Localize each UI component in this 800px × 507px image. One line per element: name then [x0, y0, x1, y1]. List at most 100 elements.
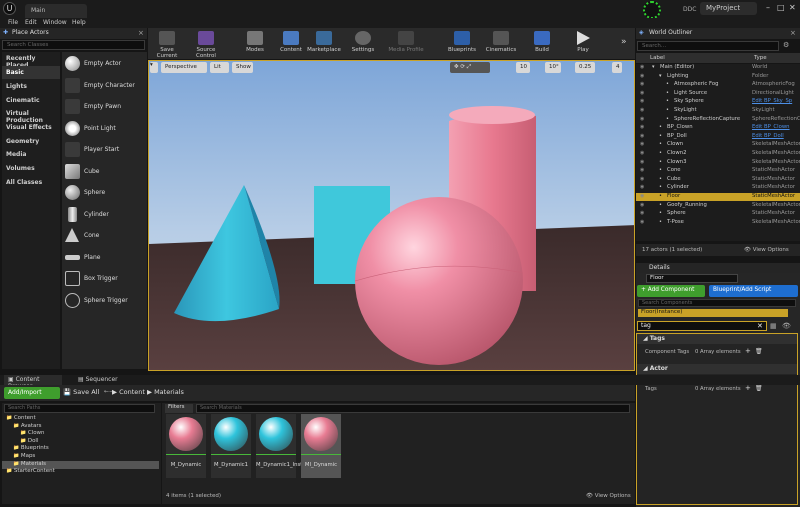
visibility-eye-icon[interactable]: 👁 — [782, 322, 791, 330]
visibility-eye-icon[interactable]: ◉ — [640, 184, 644, 190]
category-cinematic[interactable]: Cinematic — [2, 94, 60, 107]
close-tab-icon[interactable]: × — [138, 29, 144, 37]
component-row-floor-instance[interactable]: Floor(Instance) — [638, 309, 788, 317]
outliner-row[interactable]: ◉ • Sky Sphere Edit BP_Sky_Sp — [636, 98, 800, 106]
outliner-row[interactable]: ◉ • Clown3 SkeletalMeshActor — [636, 159, 800, 167]
save-all-button[interactable]: 💾 Save All — [63, 388, 99, 396]
outliner-row[interactable]: ◉ • BP_Doll Edit BP_Doll — [636, 133, 800, 141]
close-icon[interactable]: ✕ — [789, 3, 796, 12]
visibility-eye-icon[interactable]: ◉ — [640, 73, 644, 79]
column-label[interactable]: Label — [650, 55, 665, 61]
settings-button[interactable]: Settings — [348, 28, 378, 59]
material-asset-tile[interactable]: M_Dynamic — [166, 414, 206, 478]
folder-tree-item[interactable]: 📁 StarterContent — [2, 468, 159, 476]
category-lights[interactable]: Lights — [2, 80, 60, 93]
tab-main[interactable]: Main — [25, 4, 87, 18]
outliner-row-type[interactable]: Edit BP_Clown — [752, 124, 790, 130]
visibility-eye-icon[interactable]: ◉ — [640, 64, 644, 70]
category-recently-placed[interactable]: Recently Placed — [2, 52, 60, 69]
visibility-eye-icon[interactable]: ◉ — [640, 219, 644, 225]
play-button[interactable]: Play — [572, 28, 594, 59]
blueprints-button[interactable]: Blueprints — [446, 28, 478, 59]
outliner-row[interactable]: ◉ • Clown SkeletalMeshActor — [636, 141, 800, 149]
visibility-eye-icon[interactable]: ◉ — [640, 159, 644, 165]
visibility-eye-icon[interactable]: ◉ — [640, 176, 644, 182]
transform-tools[interactable]: ✥ ⟳ ⤢ — [450, 62, 490, 73]
modes-button[interactable]: Modes — [240, 28, 270, 59]
cinematics-button[interactable]: Cinematics — [484, 28, 518, 59]
actor-player-start[interactable]: Player Start — [62, 139, 147, 160]
content-button[interactable]: Content — [278, 28, 304, 59]
camera-speed-value[interactable]: 4 — [612, 62, 622, 73]
actor-empty-pawn[interactable]: Empty Pawn — [62, 96, 147, 117]
class-search-input[interactable]: Search Classes — [2, 40, 145, 50]
material-asset-tile[interactable]: MI_Dynamic — [301, 414, 341, 478]
menu-window[interactable]: Window — [43, 19, 67, 26]
material-asset-tile[interactable]: M_Dynamic1_Inst1 — [256, 414, 306, 478]
category-all-classes[interactable]: All Classes — [2, 176, 60, 189]
marketplace-button[interactable]: Marketplace — [306, 28, 342, 59]
filters-button[interactable]: Filters — [165, 404, 193, 413]
section-actor[interactable]: ◢ Actor — [637, 364, 797, 374]
visibility-eye-icon[interactable]: ◉ — [640, 81, 644, 87]
category-visual-effects[interactable]: Visual Effects — [2, 121, 60, 134]
blueprint-add-script-button[interactable]: Blueprint/Add Script — [709, 285, 798, 297]
actor-box-trigger[interactable]: Box Trigger — [62, 268, 147, 289]
outliner-row-type[interactable]: Edit BP_Sky_Sp — [752, 98, 792, 104]
category-basic[interactable]: Basic — [2, 66, 60, 79]
outliner-row[interactable]: ◉ • Floor StaticMeshActor — [636, 193, 800, 201]
minimize-icon[interactable]: – — [766, 3, 770, 12]
outliner-row[interactable]: ◉ • Goofy_Running SkeletalMeshActor — [636, 202, 800, 210]
category-media[interactable]: Media — [2, 148, 60, 161]
visibility-eye-icon[interactable]: ◉ — [640, 150, 644, 156]
actor-name-field[interactable]: Floor — [646, 274, 738, 283]
scale-snap-value[interactable]: 0.25 — [575, 62, 595, 73]
details-search-input[interactable]: tag — [637, 321, 767, 331]
visibility-eye-icon[interactable]: ◉ — [640, 210, 644, 216]
actor-plane[interactable]: Plane — [62, 247, 147, 268]
add-import-button[interactable]: Add/Import — [4, 387, 60, 399]
actor-cylinder[interactable]: Cylinder — [62, 204, 147, 225]
asset-view-options[interactable]: 👁 View Options — [586, 493, 631, 499]
add-component-button[interactable]: + Add Component — [637, 285, 705, 297]
category-volumes[interactable]: Volumes — [2, 162, 60, 175]
source-control-button[interactable]: Source Control — [186, 28, 226, 59]
actor-point-light[interactable]: Point Light — [62, 118, 147, 139]
outliner-row[interactable]: ◉ • Cone StaticMeshActor — [636, 167, 800, 175]
trash-icon[interactable]: 🗑 — [755, 385, 763, 392]
save-current-button[interactable]: Save Current — [150, 28, 184, 59]
level-viewport[interactable] — [148, 60, 635, 371]
section-tags[interactable]: ◢ Tags — [637, 334, 797, 344]
outliner-row[interactable]: ◉ • SkyLight SkyLight — [636, 107, 800, 115]
property-matrix-icon[interactable]: ▦ — [770, 322, 777, 330]
visibility-eye-icon[interactable]: ◉ — [640, 141, 644, 147]
outliner-view-options[interactable]: 👁 View Options — [744, 247, 789, 253]
outliner-row[interactable]: ◉ ▾ Lighting Folder — [636, 73, 800, 81]
visibility-eye-icon[interactable]: ◉ — [640, 124, 644, 130]
perspective-button[interactable]: Perspective — [161, 62, 207, 73]
outliner-search-input[interactable]: Search... — [637, 41, 779, 51]
media-profile-button[interactable]: Media Profile — [388, 28, 424, 59]
actor-empty-character[interactable]: Empty Character — [62, 75, 147, 96]
visibility-eye-icon[interactable]: ◉ — [640, 133, 644, 139]
show-button[interactable]: Show — [232, 62, 253, 73]
clear-search-icon[interactable]: ✕ — [757, 322, 763, 330]
tab-content-browser[interactable]: ▣ Content Browser — [4, 375, 62, 390]
outliner-row[interactable]: ◉ • Atmospheric Fog AtmosphericFog — [636, 81, 800, 89]
actor-empty-actor[interactable]: Empty Actor — [62, 53, 147, 74]
maximize-icon[interactable]: □ — [777, 3, 785, 12]
close-tab-icon[interactable]: × — [790, 29, 796, 37]
visibility-eye-icon[interactable]: ◉ — [640, 98, 644, 104]
add-element-icon[interactable]: + — [745, 384, 751, 392]
outliner-settings-icon[interactable]: ⚙ — [783, 41, 789, 49]
outliner-row[interactable]: ◉ • Light Source DirectionalLight — [636, 90, 800, 98]
lit-button[interactable]: Lit — [210, 62, 229, 73]
visibility-eye-icon[interactable]: ◉ — [640, 107, 644, 113]
grid-snap-value[interactable]: 10 — [516, 62, 530, 73]
outliner-row[interactable]: ◉ • SphereReflectionCapture SphereReflectio… — [636, 116, 800, 124]
visibility-eye-icon[interactable]: ◉ — [640, 193, 644, 199]
category-geometry[interactable]: Geometry — [2, 135, 60, 148]
outliner-row[interactable]: ◉ • BP_Clown Edit BP_Clown — [636, 124, 800, 132]
actor-cone[interactable]: Cone — [62, 225, 147, 246]
category-virtual-production[interactable]: Virtual Production — [2, 107, 60, 124]
